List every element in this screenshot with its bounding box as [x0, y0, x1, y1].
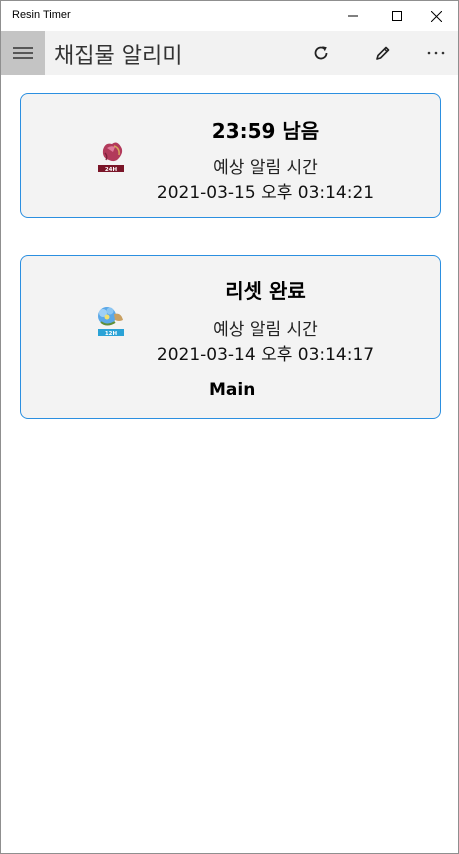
timer-card[interactable]: 12H 리셋 완료 예상 알림 시간 2021-03-14 오후 03:14:1… — [20, 255, 441, 419]
more-icon — [427, 51, 445, 55]
more-button[interactable] — [414, 31, 458, 75]
edit-button[interactable] — [361, 31, 405, 75]
app-window: Resin Timer 채집물 알리미 24H 23:59 남음 예상 알림 시… — [0, 0, 459, 854]
title-bar[interactable]: Resin Timer — [1, 1, 458, 31]
close-button[interactable] — [414, 1, 459, 31]
timer-status: 23:59 남음 — [211, 119, 320, 143]
timer-status: 리셋 완료 — [225, 279, 306, 303]
minimize-icon — [347, 15, 358, 17]
window-title: Resin Timer — [12, 9, 71, 21]
close-icon — [431, 10, 442, 22]
menu-button[interactable] — [1, 31, 45, 75]
page-title: 채집물 알리미 — [54, 44, 183, 69]
hamburger-icon — [13, 47, 33, 59]
pencil-icon — [376, 46, 390, 60]
timer-name: Main — [209, 380, 256, 400]
expected-time-label: 예상 알림 시간 — [213, 320, 318, 340]
refresh-button[interactable] — [299, 31, 343, 75]
expected-time-value: 2021-03-15 오후 03:14:21 — [156, 183, 375, 203]
expected-time-label: 예상 알림 시간 — [213, 158, 318, 178]
timer-card[interactable]: 24H 23:59 남음 예상 알림 시간 2021-03-15 오후 03:1… — [20, 93, 441, 218]
refresh-icon — [314, 46, 328, 60]
expected-time-value: 2021-03-14 오후 03:14:17 — [156, 345, 375, 365]
maximize-icon — [391, 11, 402, 21]
maximize-button[interactable] — [374, 1, 419, 31]
minimize-button[interactable] — [330, 1, 375, 31]
app-bar: 채집물 알리미 — [1, 31, 458, 75]
